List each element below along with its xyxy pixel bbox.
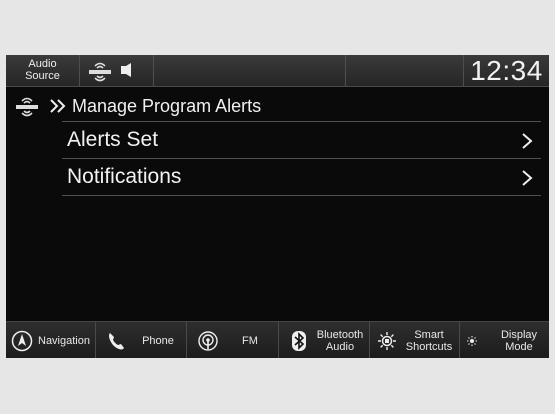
smart-shortcuts-icon — [378, 332, 396, 350]
display-mode-label: Display Mode — [490, 322, 548, 358]
menu-item-label: Notifications — [67, 165, 182, 188]
chevron-right-icon — [522, 133, 533, 149]
bottom-nav-bar: Navigation Phone FM Bluetooth Audio Smar… — [6, 321, 549, 358]
navigation-label: Navigation — [38, 334, 90, 347]
bluetooth-audio-label: Bluetooth Audio — [311, 322, 369, 358]
head-unit-screen: Audio Source 12:34 Manage Program Alerts… — [6, 55, 549, 358]
siriusxm-icon — [89, 62, 111, 82]
menu-item-notifications[interactable]: Notifications — [62, 158, 541, 196]
bluetooth-icon — [292, 331, 306, 351]
source-indicator — [80, 55, 154, 86]
radio-icon — [198, 331, 218, 351]
clock: 12:34 — [470, 55, 543, 86]
fm-label: FM — [242, 334, 258, 347]
smart-shortcuts-label: Smart Shortcuts — [400, 322, 458, 358]
bluetooth-audio-button[interactable]: Bluetooth Audio — [279, 322, 370, 358]
breadcrumb: Manage Program Alerts — [14, 93, 534, 119]
bluetooth-audio-label-line2: Audio — [325, 340, 355, 353]
smart-shortcuts-button[interactable]: Smart Shortcuts — [370, 322, 460, 358]
bluetooth-audio-label-line1: Bluetooth — [316, 328, 364, 341]
status-bar: Audio Source 12:34 — [6, 55, 549, 87]
smart-shortcuts-label-line1: Smart — [414, 328, 444, 341]
fm-button[interactable]: FM — [187, 322, 279, 358]
display-mode-label-line2: Mode — [505, 340, 533, 353]
menu-list: Alerts Set Notifications — [62, 121, 541, 196]
phone-button[interactable]: Phone — [96, 322, 187, 358]
audio-source-label-line1: Audio — [28, 58, 57, 70]
menu-item-alerts-set[interactable]: Alerts Set — [62, 121, 541, 158]
phone-icon — [109, 333, 124, 350]
display-mode-label-line1: Display — [500, 328, 538, 341]
phone-label: Phone — [142, 334, 174, 347]
chevron-right-icon — [522, 170, 533, 186]
speaker-icon — [121, 63, 131, 77]
siriusxm-icon — [16, 97, 38, 117]
navigation-icon — [11, 330, 33, 352]
status-bar-segment — [154, 55, 346, 86]
double-chevron-right-icon — [50, 99, 66, 113]
audio-source-label-line2: Source — [25, 70, 60, 82]
display-mode-icon — [467, 336, 486, 346]
page-title: Manage Program Alerts — [72, 96, 262, 116]
display-mode-button[interactable]: Display Mode — [460, 322, 549, 358]
audio-source-button[interactable]: Audio Source — [6, 55, 80, 86]
menu-item-label: Alerts Set — [67, 128, 159, 151]
smart-shortcuts-label-line2: Shortcuts — [405, 340, 453, 353]
status-bar-segment — [346, 55, 464, 86]
navigation-button[interactable]: Navigation — [6, 322, 96, 358]
